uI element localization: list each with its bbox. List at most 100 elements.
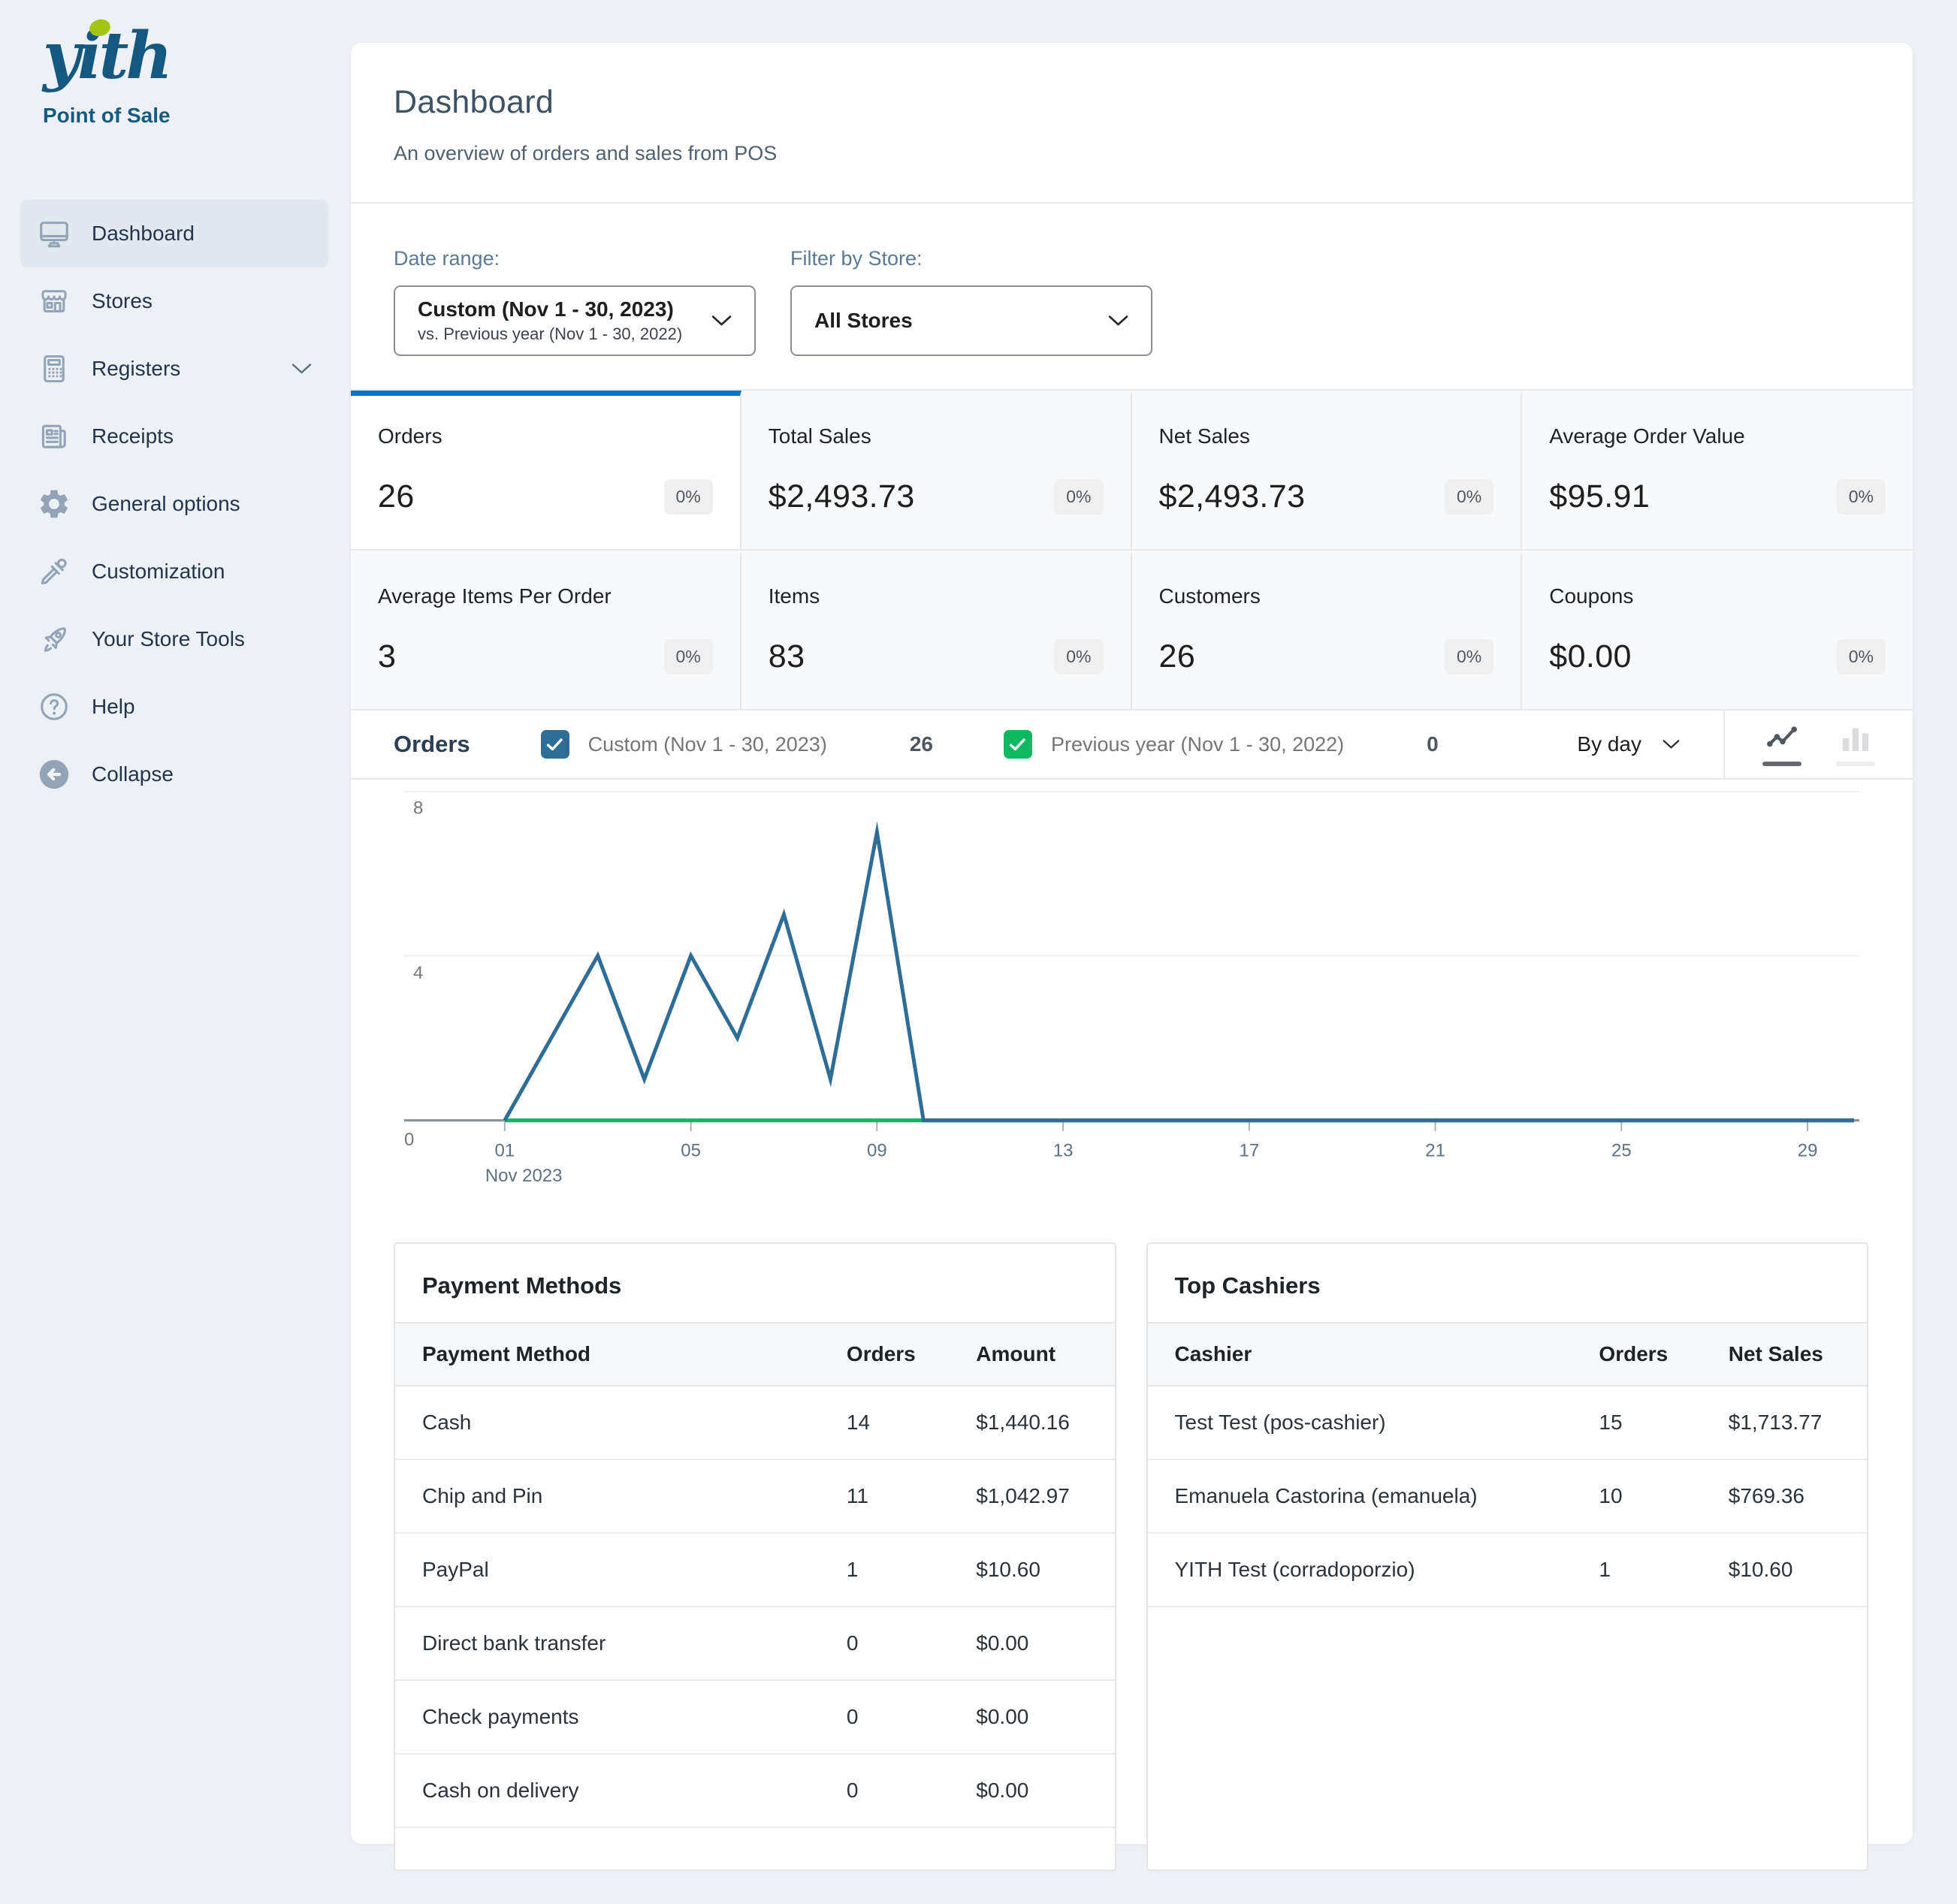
logo-tagline: Point of Sale — [43, 104, 351, 128]
table-cell: $1,713.77 — [1702, 1386, 1867, 1459]
stat-tile-row: 260% — [378, 478, 713, 515]
stat-tiles: Orders260%Total Sales$2,493.730%Net Sale… — [351, 389, 1913, 711]
sidebar-item-label: General options — [92, 492, 240, 516]
table-row: Chip and Pin11$1,042.97 — [395, 1459, 1115, 1533]
table-row: Test Test (pos-cashier)15$1,713.77 — [1148, 1386, 1868, 1459]
bottom-tables: Payment Methods Payment MethodOrdersAmou… — [351, 1208, 1913, 1871]
table-cell: Cash on delivery — [395, 1754, 820, 1827]
date-range-select[interactable]: Custom (Nov 1 - 30, 2023) vs. Previous y… — [394, 285, 756, 356]
svg-text:Nov 2023: Nov 2023 — [485, 1166, 563, 1185]
sidebar-item-dashboard[interactable]: Dashboard — [20, 200, 328, 267]
legend-item-custom-nov-1-30-2023: Custom (Nov 1 - 30, 2023)26 — [541, 730, 1004, 759]
table-cell: 1 — [1572, 1533, 1701, 1607]
sidebar-item-general-options[interactable]: General options — [20, 470, 328, 538]
chart-legend: Custom (Nov 1 - 30, 2023)26Previous year… — [541, 730, 1509, 759]
table-cell: 14 — [820, 1386, 949, 1459]
svg-text:29: 29 — [1798, 1140, 1818, 1160]
payment-methods-table: Payment MethodOrdersAmount Cash14$1,440.… — [395, 1322, 1115, 1869]
column-header-amount: Amount — [949, 1323, 1114, 1386]
svg-text:17: 17 — [1240, 1140, 1260, 1160]
bar-chart-button[interactable] — [1836, 723, 1875, 766]
sidebar-item-label: Collapse — [92, 762, 174, 786]
table-cell: $0.00 — [949, 1754, 1114, 1827]
legend-checkbox[interactable] — [1004, 730, 1032, 759]
sidebar-item-stores[interactable]: Stores — [20, 267, 328, 335]
table-cell: $769.36 — [1702, 1459, 1867, 1533]
chevron-down-icon — [291, 363, 312, 375]
svg-text:09: 09 — [867, 1140, 887, 1160]
sidebar: yith Point of Sale DashboardStoresRegist… — [0, 0, 351, 1875]
stat-tile-label: Average Order Value — [1549, 424, 1886, 448]
chart-header: Orders Custom (Nov 1 - 30, 2023)26Previo… — [351, 711, 1913, 780]
store-select[interactable]: All Stores — [790, 285, 1152, 356]
page-title: Dashboard — [394, 84, 1870, 121]
svg-text:25: 25 — [1611, 1140, 1632, 1160]
date-range-comparison: vs. Previous year (Nov 1 - 30, 2022) — [418, 324, 711, 344]
legend-label: Custom (Nov 1 - 30, 2023) — [588, 733, 827, 756]
stat-tile-items[interactable]: Items830% — [741, 551, 1132, 711]
table-cell: $10.60 — [1702, 1533, 1867, 1607]
sidebar-item-customization[interactable]: Customization — [20, 538, 328, 605]
sidebar-item-your-store-tools[interactable]: Your Store Tools — [20, 605, 328, 673]
stat-tile-change-badge: 0% — [1837, 479, 1886, 514]
table-cell: 0 — [820, 1607, 949, 1680]
table-cell: 0 — [820, 1680, 949, 1754]
top-cashiers-title: Top Cashiers — [1148, 1244, 1868, 1322]
table-cell: 15 — [1572, 1386, 1701, 1459]
stat-tile-orders[interactable]: Orders 260% — [351, 391, 741, 551]
stat-tile-change-badge: 0% — [664, 639, 713, 674]
stat-tile-row: 830% — [769, 638, 1104, 675]
stat-tile-average-items-per-order[interactable]: Average Items Per Order30% — [351, 551, 741, 711]
stat-tile-net-sales[interactable]: Net Sales$2,493.730% — [1132, 391, 1523, 551]
svg-text:01: 01 — [495, 1140, 515, 1160]
table-cell: Check payments — [395, 1680, 820, 1754]
stat-tile-label: Total Sales — [769, 424, 1104, 448]
page-subtitle: An overview of orders and sales from POS — [394, 142, 1870, 165]
stat-tile-value: 26 — [1159, 638, 1196, 675]
chevron-down-icon — [711, 315, 732, 327]
svg-text:05: 05 — [681, 1140, 701, 1160]
sidebar-item-collapse[interactable]: Collapse — [20, 741, 328, 808]
interval-select[interactable]: By day — [1577, 732, 1680, 756]
stat-tile-value: 26 — [378, 478, 415, 515]
sidebar-item-label: Customization — [92, 560, 225, 584]
payment-methods-card: Payment Methods Payment MethodOrdersAmou… — [394, 1242, 1116, 1871]
stat-tile-label: Orders — [378, 424, 713, 448]
line-chart-button[interactable] — [1762, 723, 1801, 766]
sidebar-item-registers[interactable]: Registers — [20, 335, 328, 403]
stat-tile-change-badge: 0% — [1837, 639, 1886, 674]
legend-value: 0 — [1427, 732, 1439, 756]
stat-tile-average-order-value[interactable]: Average Order Value $95.910% — [1522, 391, 1913, 551]
chart-title: Orders — [394, 731, 470, 758]
sidebar-menu: Dashboard Stores RegistersReceipts General … — [0, 200, 351, 808]
stat-tile-change-badge: 0% — [1445, 479, 1493, 514]
table-cell: 10 — [1572, 1459, 1701, 1533]
table-row: PayPal1$10.60 — [395, 1533, 1115, 1607]
table-cell: 11 — [820, 1459, 949, 1533]
table-cell: $0.00 — [949, 1680, 1114, 1754]
column-header-cashier: Cashier — [1148, 1323, 1572, 1386]
stat-tile-change-badge: 0% — [1445, 639, 1493, 674]
table-cell: Chip and Pin — [395, 1459, 820, 1533]
stat-tile-row: $95.910% — [1549, 478, 1886, 515]
stat-tile-value: $2,493.73 — [769, 478, 915, 515]
store-select-value: All Stores — [814, 309, 1108, 333]
table-cell: Emanuela Castorina (emanuela) — [1148, 1459, 1572, 1533]
svg-text:21: 21 — [1425, 1140, 1445, 1160]
table-cell: $1,042.97 — [949, 1459, 1114, 1533]
sidebar-item-help[interactable]: Help — [20, 673, 328, 741]
sidebar-item-receipts[interactable]: Receipts — [20, 403, 328, 470]
card-bottom-padding — [351, 1871, 1913, 1904]
stat-tile-coupons[interactable]: Coupons$0.000% — [1522, 551, 1913, 711]
store-icon — [37, 284, 71, 318]
table-cell: PayPal — [395, 1533, 820, 1607]
store-select-texts: All Stores — [814, 309, 1108, 333]
collapse-icon — [37, 757, 71, 792]
stat-tile-customers[interactable]: Customers260% — [1132, 551, 1523, 711]
sidebar-item-label: Stores — [92, 289, 153, 313]
table-cell: YITH Test (corradoporzio) — [1148, 1533, 1572, 1607]
top-cashiers-table: CashierOrdersNet Sales Test Test (pos-ca… — [1148, 1322, 1868, 1607]
column-header-orders: Orders — [820, 1323, 949, 1386]
stat-tile-total-sales[interactable]: Total Sales$2,493.730% — [741, 391, 1132, 551]
legend-checkbox[interactable] — [541, 730, 569, 759]
